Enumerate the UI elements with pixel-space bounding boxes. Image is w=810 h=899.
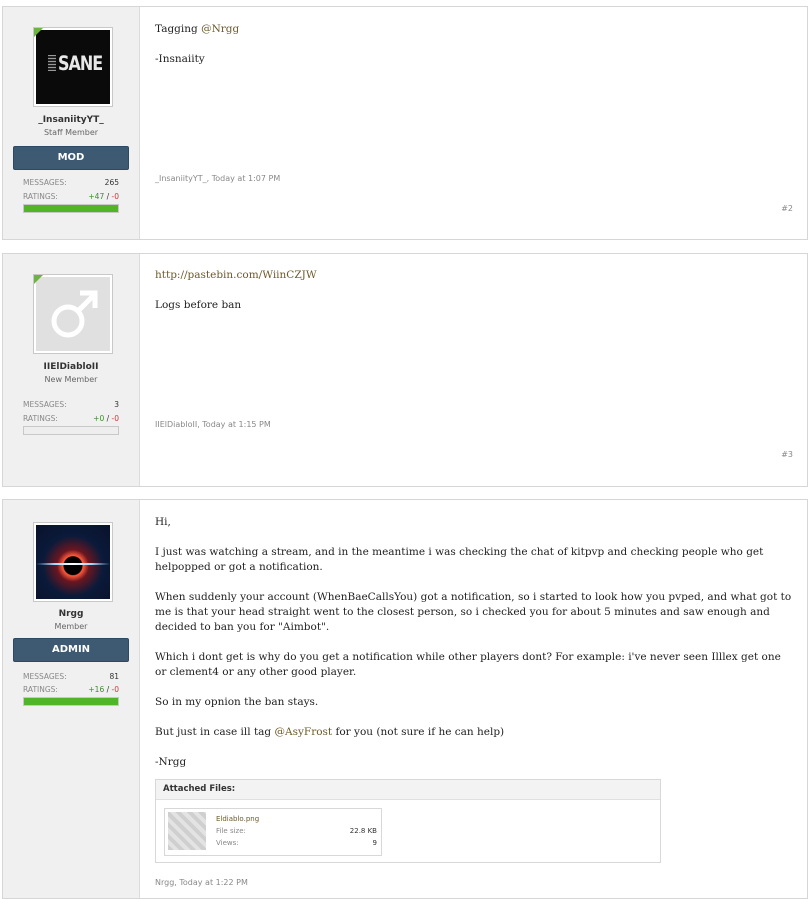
post-3: IIElDiabloII New Member MESSAGES: 3 RATI… bbox=[2, 253, 808, 487]
attachment-size-value: 22.8 KB bbox=[349, 827, 377, 835]
message-paragraph: So in my opnion the ban stays. bbox=[155, 696, 319, 708]
user-sidebar: SANE _InsaniityYT_ Staff Member MOD MESS… bbox=[3, 7, 140, 239]
attachment-thumbnail[interactable] bbox=[168, 812, 206, 850]
messages-stat: MESSAGES: 265 bbox=[23, 178, 119, 187]
ratings-positive: +47 bbox=[88, 192, 105, 201]
attachment-size: File size: 22.8 KB bbox=[216, 827, 377, 835]
post-meta[interactable]: IIElDiabloII, Today at 1:15 PM bbox=[155, 420, 271, 429]
ratings-negative: -0 bbox=[111, 414, 119, 423]
ratings-positive: +16 bbox=[88, 685, 105, 694]
ratings-separator: / bbox=[104, 192, 112, 201]
message-paragraph: When suddenly your account (WhenBaeCalls… bbox=[155, 591, 792, 633]
messages-count: 265 bbox=[104, 178, 119, 187]
avatar[interactable] bbox=[33, 274, 113, 354]
attachment-views-label: Views: bbox=[216, 839, 239, 847]
message-paragraph: But just in case ill tag @AsyFrost for y… bbox=[155, 725, 795, 740]
message-line: http://pastebin.com/WiinCZJW bbox=[155, 268, 797, 283]
ratings-negative: -0 bbox=[111, 192, 119, 201]
ratings-stat: RATINGS: +47 / -0 bbox=[23, 192, 119, 201]
rating-bar bbox=[23, 204, 119, 213]
message-text: But just in case ill tag bbox=[155, 726, 275, 738]
attachment-filename[interactable]: Eldiablo.png bbox=[216, 815, 259, 823]
ratings-values: +47 / -0 bbox=[88, 192, 119, 201]
rating-bar bbox=[23, 697, 119, 706]
attached-files-header: Attached Files: bbox=[156, 780, 660, 800]
messages-stat: MESSAGES: 81 bbox=[23, 672, 119, 681]
post-meta[interactable]: Nrgg, Today at 1:22 PM bbox=[155, 878, 248, 887]
rating-bar bbox=[23, 426, 119, 435]
username[interactable]: Nrgg bbox=[3, 609, 139, 619]
message-body: Hi, I just was watching a stream, and in… bbox=[155, 515, 795, 785]
message-text: Logs before ban bbox=[155, 299, 242, 311]
messages-stat: MESSAGES: 3 bbox=[23, 400, 119, 409]
avatar[interactable]: SANE bbox=[33, 27, 113, 107]
post-permalink[interactable]: #3 bbox=[781, 450, 793, 459]
message-text: Tagging bbox=[155, 23, 202, 35]
ratings-stat: RATINGS: +16 / -0 bbox=[23, 685, 119, 694]
attachment-views: Views: 9 bbox=[216, 839, 377, 847]
mention-link[interactable]: @Nrgg bbox=[201, 23, 239, 35]
user-title: New Member bbox=[44, 375, 98, 384]
user-sidebar: Nrgg Member ADMIN MESSAGES: 81 RATINGS: … bbox=[3, 500, 140, 898]
ratings-positive: +0 bbox=[93, 414, 105, 423]
ratings-stat: RATINGS: +0 / -0 bbox=[23, 414, 119, 423]
attachment-file[interactable]: Eldiablo.png File size: 22.8 KB Views: 9 bbox=[164, 808, 382, 856]
attachment-views-value: 9 bbox=[372, 839, 377, 847]
user-title: Member bbox=[54, 622, 88, 631]
avatar[interactable] bbox=[33, 522, 113, 602]
message-line: Tagging @Nrgg bbox=[155, 22, 797, 37]
user-banner-admin: ADMIN bbox=[13, 638, 129, 662]
post-meta[interactable]: _InsaniityYT_, Today at 1:07 PM bbox=[155, 174, 280, 183]
online-indicator bbox=[34, 28, 43, 37]
user-banner-mod: MOD bbox=[13, 146, 129, 170]
online-indicator bbox=[34, 275, 43, 284]
default-male-avatar-icon bbox=[51, 290, 98, 338]
pastebin-link[interactable]: http://pastebin.com/WiinCZJW bbox=[155, 269, 317, 281]
user-title: Staff Member bbox=[43, 128, 99, 137]
ratings-label: RATINGS: bbox=[23, 192, 58, 201]
ratings-values: +16 / -0 bbox=[88, 685, 119, 694]
message-body: Tagging @Nrgg -Insnaiity bbox=[155, 22, 797, 82]
message-paragraph: I just was watching a stream, and in the… bbox=[155, 546, 764, 573]
post-4: Nrgg Member ADMIN MESSAGES: 81 RATINGS: … bbox=[2, 499, 808, 899]
avatar-logo-text: SANE bbox=[58, 52, 103, 75]
message-paragraph: Which i dont get is why do you get a not… bbox=[155, 651, 781, 678]
messages-label: MESSAGES: bbox=[23, 178, 67, 187]
ratings-label: RATINGS: bbox=[23, 685, 58, 694]
messages-label: MESSAGES: bbox=[23, 672, 67, 681]
messages-count: 3 bbox=[114, 400, 119, 409]
message-signature: -Insnaiity bbox=[155, 53, 205, 65]
attached-files: Attached Files: Eldiablo.png File size: … bbox=[155, 779, 661, 863]
rating-bar-fill bbox=[24, 698, 118, 705]
messages-label: MESSAGES: bbox=[23, 400, 67, 409]
post-2: SANE _InsaniityYT_ Staff Member MOD MESS… bbox=[2, 6, 808, 240]
ratings-separator: / bbox=[104, 685, 112, 694]
user-sidebar: IIElDiabloII New Member MESSAGES: 3 RATI… bbox=[3, 254, 140, 486]
ratings-label: RATINGS: bbox=[23, 414, 58, 423]
message-body: http://pastebin.com/WiinCZJW Logs before… bbox=[155, 268, 797, 328]
mention-link[interactable]: @AsyFrost bbox=[275, 726, 333, 738]
username[interactable]: _InsaniityYT_ bbox=[3, 115, 139, 125]
ratings-negative: -0 bbox=[111, 685, 119, 694]
ratings-values: +0 / -0 bbox=[93, 414, 119, 423]
message-paragraph: Hi, bbox=[155, 516, 171, 528]
attachment-size-label: File size: bbox=[216, 827, 246, 835]
message-text: for you (not sure if he can help) bbox=[332, 726, 505, 738]
messages-count: 81 bbox=[109, 672, 119, 681]
ratings-separator: / bbox=[104, 414, 112, 423]
rating-bar-fill bbox=[24, 205, 118, 212]
message-signature: -Nrgg bbox=[155, 756, 187, 768]
post-permalink[interactable]: #2 bbox=[781, 204, 793, 213]
username[interactable]: IIElDiabloII bbox=[3, 362, 139, 372]
